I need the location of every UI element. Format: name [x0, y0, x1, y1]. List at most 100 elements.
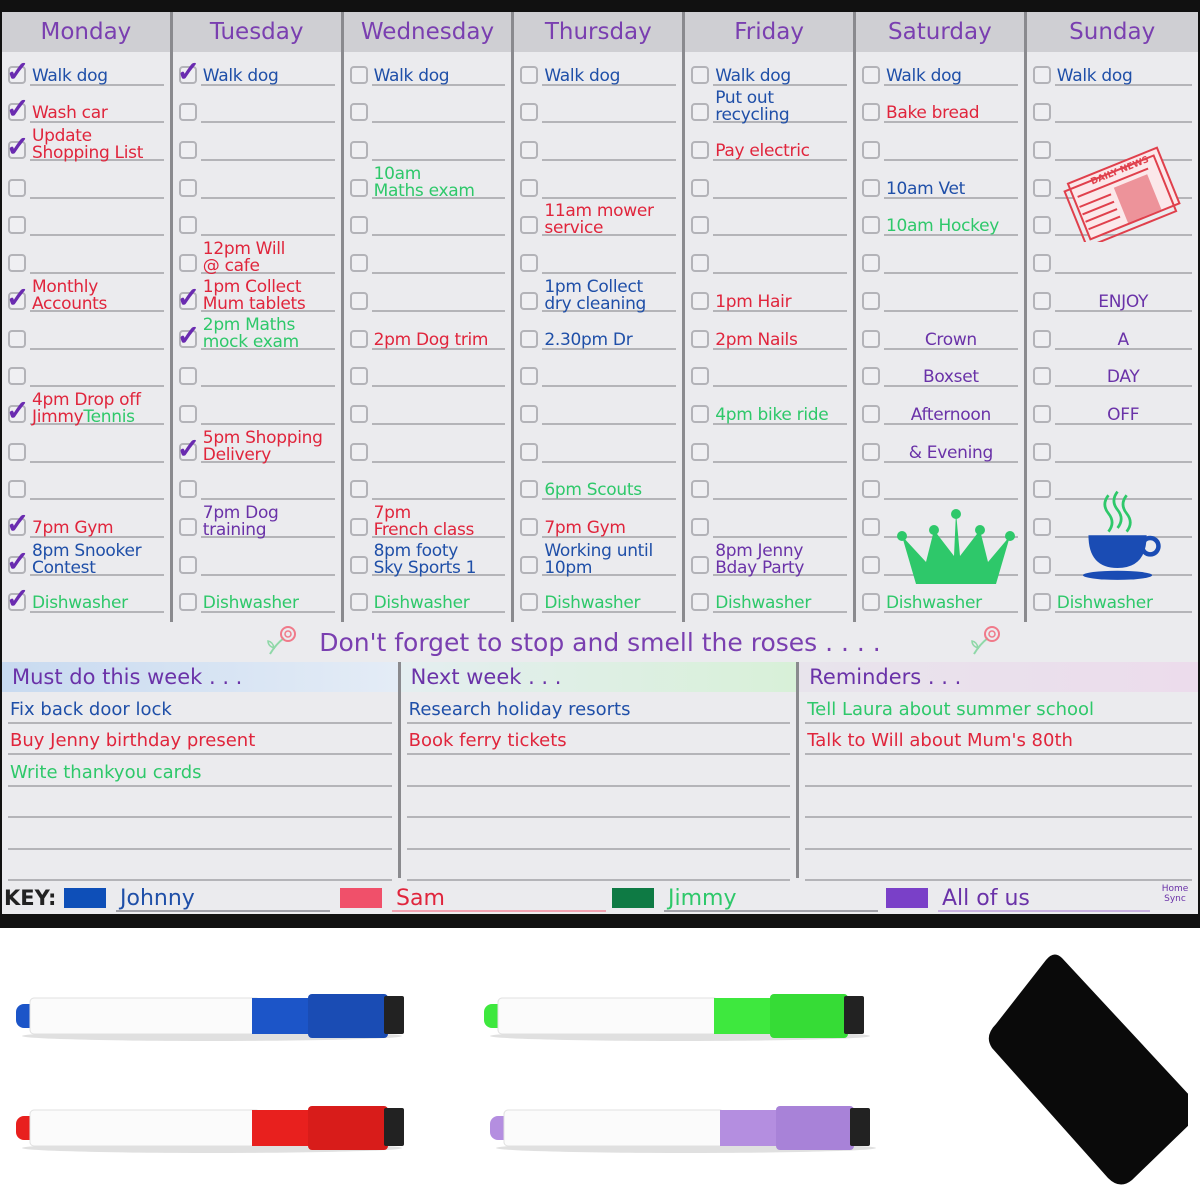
task-checkbox[interactable] [178, 178, 197, 197]
task-checkbox[interactable] [520, 367, 539, 386]
task-checkbox[interactable] [520, 291, 539, 310]
task-checkbox[interactable] [691, 254, 710, 273]
task-checkbox[interactable] [1032, 555, 1051, 574]
task-checkbox[interactable] [178, 404, 197, 423]
task-checkbox[interactable] [1032, 141, 1051, 160]
task-checkbox[interactable] [861, 178, 880, 197]
task-checkbox[interactable] [178, 103, 197, 122]
task-checkbox[interactable] [691, 178, 710, 197]
task-checkbox[interactable] [1032, 329, 1051, 348]
task-checkbox[interactable] [520, 178, 539, 197]
task-checkbox[interactable] [349, 178, 368, 197]
task-checkbox[interactable] [8, 178, 26, 197]
task-checkbox[interactable] [520, 103, 539, 122]
task-checkbox[interactable] [861, 518, 880, 537]
task-checkbox[interactable] [861, 329, 880, 348]
task-checkbox[interactable] [1032, 103, 1051, 122]
task-checkbox[interactable] [178, 593, 197, 612]
task-checkbox[interactable] [349, 404, 368, 423]
write-line [371, 272, 506, 275]
task-checkbox[interactable] [349, 291, 368, 310]
task-checkbox[interactable] [861, 555, 880, 574]
note-list-1: Next week . . . Research holiday resorts B… [400, 662, 800, 881]
task-checkbox[interactable] [861, 216, 880, 235]
task-checkbox[interactable] [8, 442, 26, 461]
task-checkbox[interactable] [691, 329, 710, 348]
task-checkbox[interactable] [178, 216, 197, 235]
task-checkbox[interactable] [349, 216, 368, 235]
task-checkbox[interactable] [349, 254, 368, 273]
task-checkbox[interactable] [520, 65, 539, 84]
task-checkbox[interactable] [691, 65, 710, 84]
task-checkbox[interactable] [691, 291, 710, 310]
task-checkbox[interactable] [691, 404, 710, 423]
task-checkbox[interactable] [520, 141, 539, 160]
task-checkbox[interactable] [1032, 254, 1051, 273]
task-checkbox[interactable] [520, 593, 539, 612]
task-checkbox[interactable] [861, 291, 880, 310]
task-checkbox[interactable] [861, 367, 880, 386]
task-checkbox[interactable] [861, 442, 880, 461]
task-checkbox[interactable] [520, 254, 539, 273]
task-checkbox[interactable] [691, 518, 710, 537]
task-row: 10am Vet [856, 165, 1024, 203]
list-item: Talk to Will about Mum's 80th [805, 724, 1192, 755]
task-checkbox[interactable] [1032, 442, 1051, 461]
task-checkbox[interactable] [520, 518, 539, 537]
task-text: Dishwasher [32, 593, 128, 614]
task-checkbox[interactable] [691, 593, 710, 612]
task-checkbox[interactable] [520, 480, 539, 499]
task-checkbox[interactable] [8, 254, 26, 273]
task-checkbox[interactable] [1032, 480, 1051, 499]
task-checkbox[interactable] [691, 480, 710, 499]
task-checkbox[interactable] [861, 254, 880, 273]
task-checkbox[interactable] [178, 254, 197, 273]
task-checkbox[interactable] [861, 480, 880, 499]
task-checkbox[interactable] [861, 65, 880, 84]
task-checkbox[interactable] [861, 404, 880, 423]
task-checkbox[interactable] [861, 593, 880, 612]
task-checkbox[interactable] [8, 329, 26, 348]
task-checkbox[interactable] [1032, 404, 1051, 423]
task-checkbox[interactable] [178, 141, 197, 160]
task-text: 10am Maths exam [373, 163, 475, 201]
task-checkbox[interactable] [1032, 178, 1051, 197]
task-checkbox[interactable] [861, 141, 880, 160]
task-checkbox[interactable] [1032, 367, 1051, 386]
task-checkbox[interactable] [178, 367, 197, 386]
task-checkbox[interactable] [520, 555, 539, 574]
task-checkbox[interactable] [861, 103, 880, 122]
task-checkbox[interactable] [520, 404, 539, 423]
task-checkbox[interactable] [349, 442, 368, 461]
task-checkbox[interactable] [349, 593, 368, 612]
task-checkbox[interactable] [520, 216, 539, 235]
task-checkbox[interactable] [178, 480, 197, 499]
task-checkbox[interactable] [691, 555, 710, 574]
task-checkbox[interactable] [1032, 216, 1051, 235]
task-checkbox[interactable] [1032, 291, 1051, 310]
task-checkbox[interactable] [349, 480, 368, 499]
task-checkbox[interactable] [691, 367, 710, 386]
task-checkbox[interactable] [349, 141, 368, 160]
task-checkbox[interactable] [8, 367, 26, 386]
task-checkbox[interactable] [1032, 593, 1051, 612]
task-checkbox[interactable] [178, 555, 197, 574]
task-checkbox[interactable] [691, 141, 710, 160]
task-checkbox[interactable] [349, 103, 368, 122]
task-checkbox[interactable] [349, 367, 368, 386]
task-checkbox[interactable] [349, 518, 368, 537]
task-checkbox[interactable] [691, 103, 710, 122]
task-checkbox[interactable] [1032, 65, 1051, 84]
task-checkbox[interactable] [349, 555, 368, 574]
task-checkbox[interactable] [178, 518, 197, 537]
task-checkbox[interactable] [349, 65, 368, 84]
task-checkbox[interactable] [520, 329, 539, 348]
task-checkbox[interactable] [1032, 518, 1051, 537]
task-checkbox[interactable] [691, 442, 710, 461]
task-checkbox[interactable] [691, 216, 710, 235]
task-checkbox[interactable] [349, 329, 368, 348]
task-checkbox[interactable] [8, 480, 26, 499]
write-line [542, 272, 677, 275]
task-checkbox[interactable] [8, 216, 26, 235]
task-checkbox[interactable] [520, 442, 539, 461]
